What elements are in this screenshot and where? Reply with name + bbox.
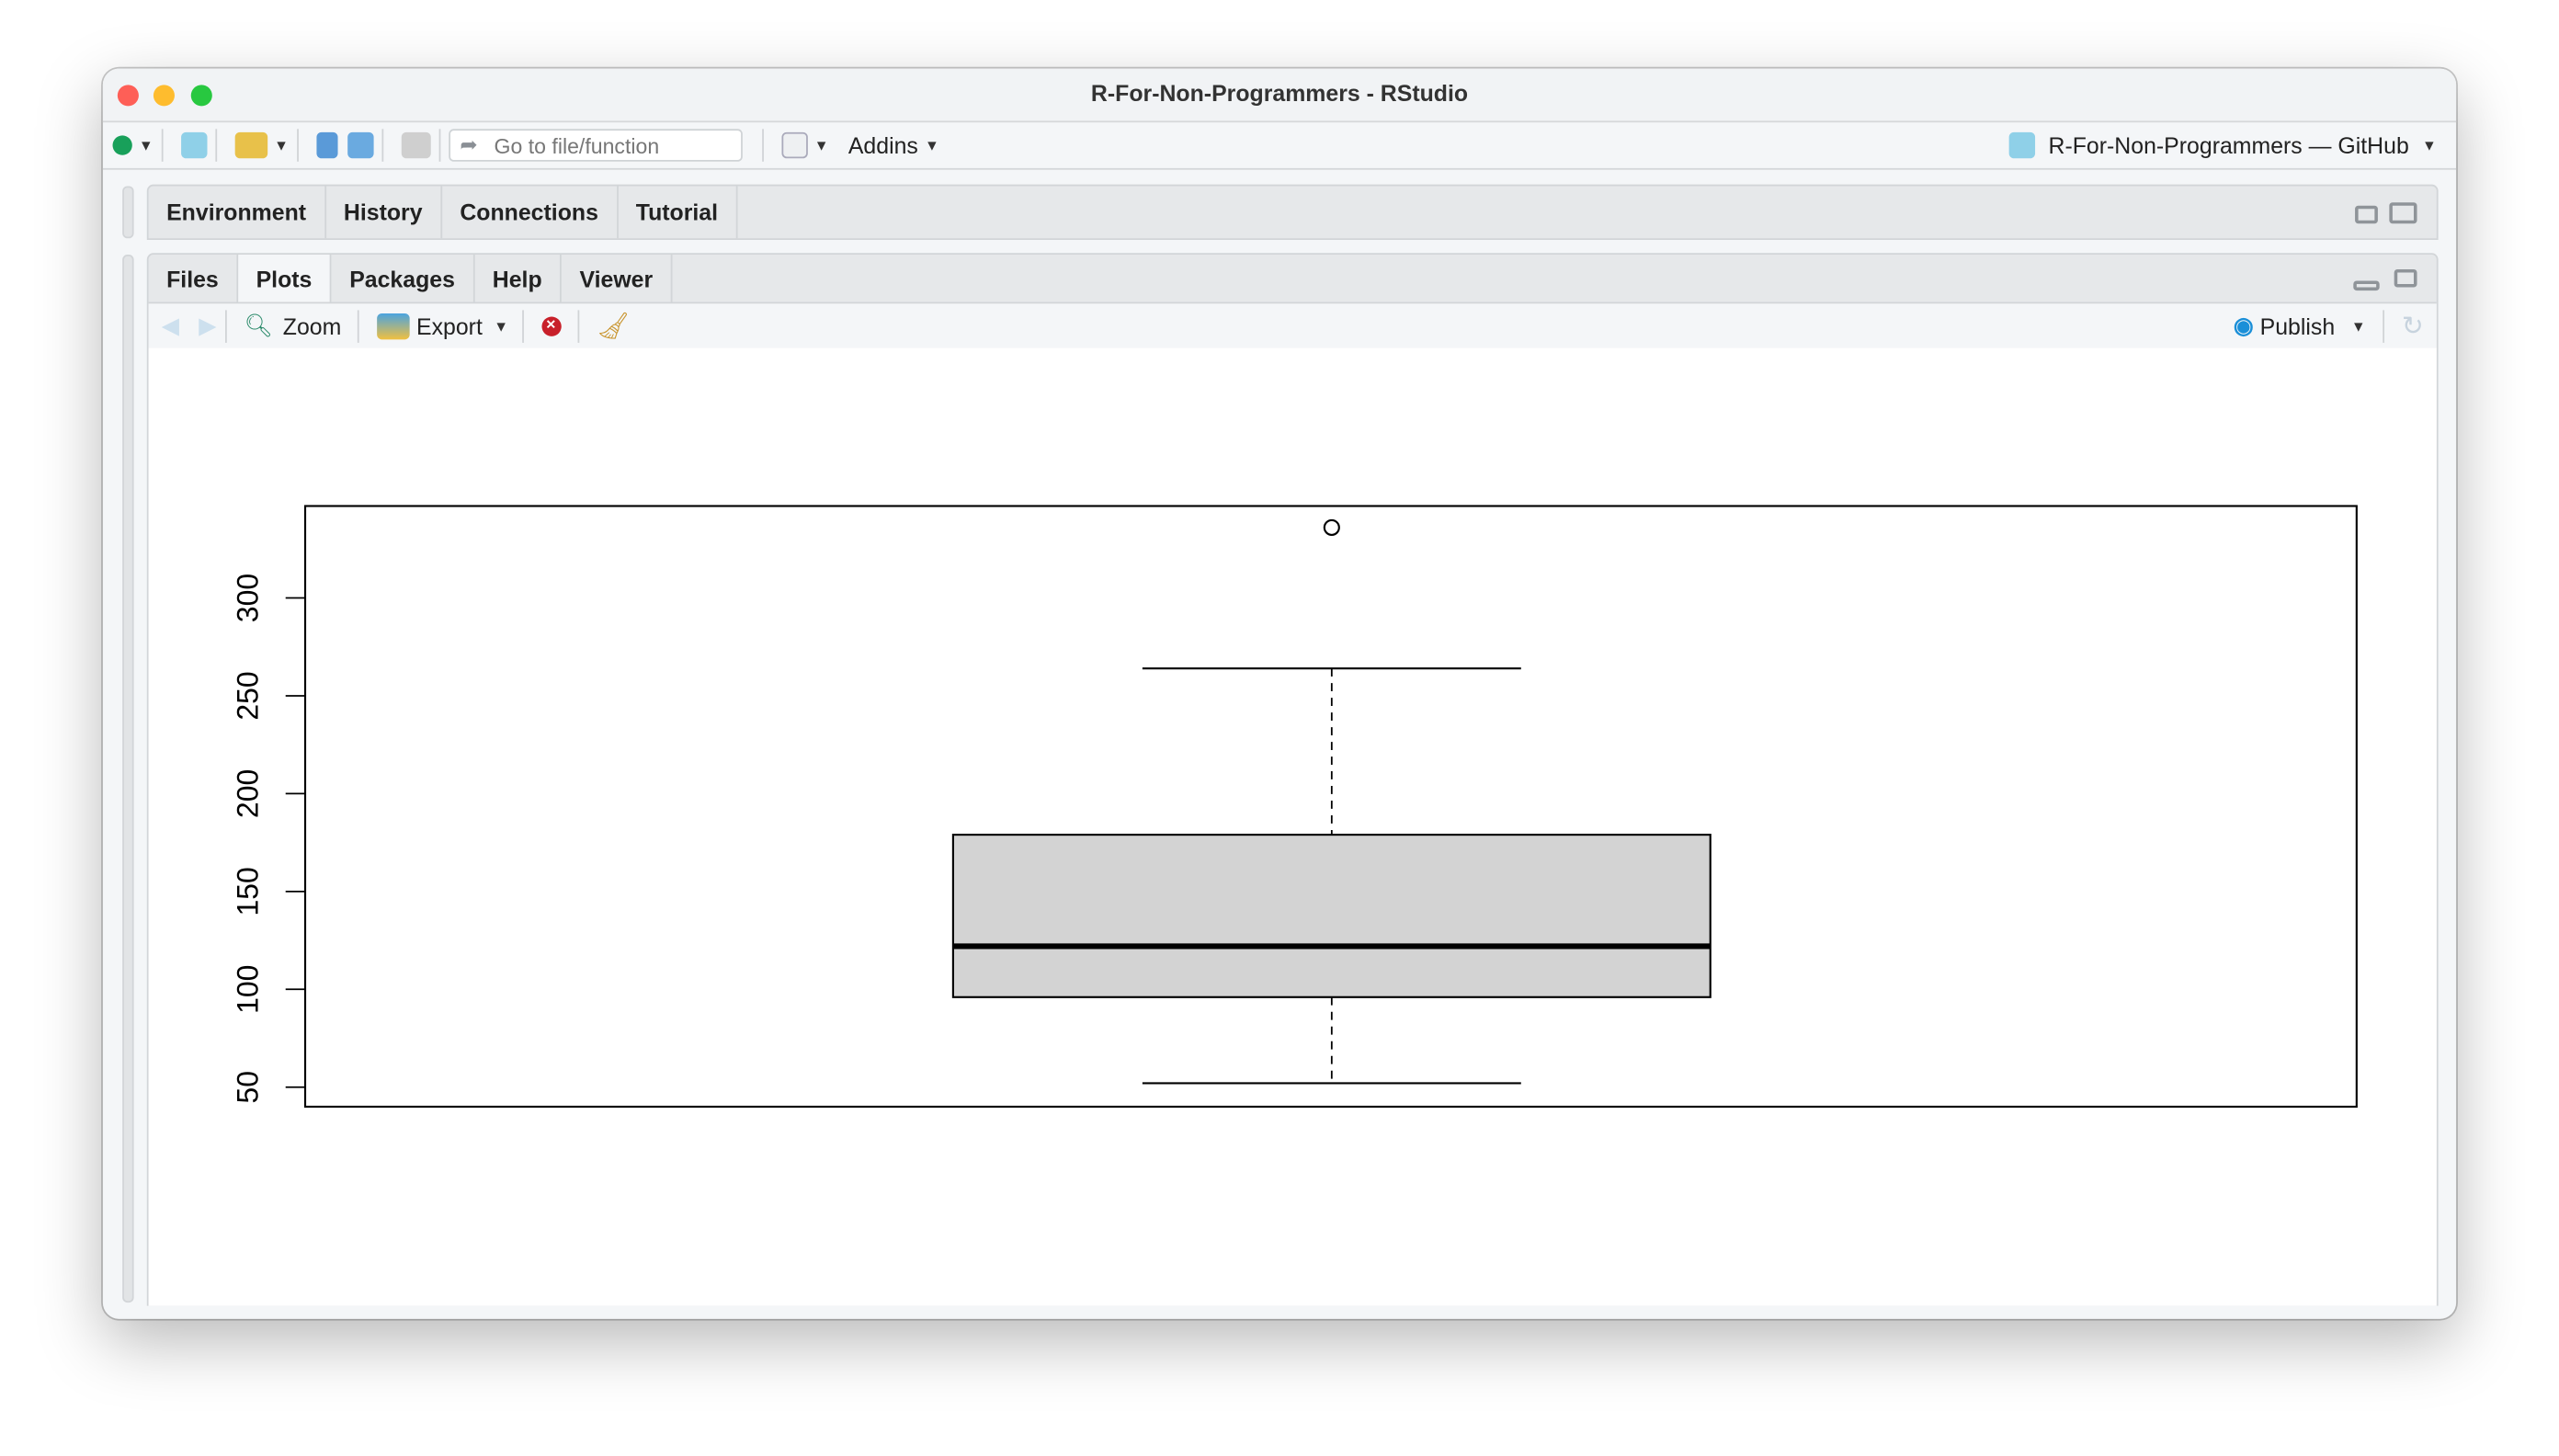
image-icon [377, 313, 410, 339]
maximize-pane-icon[interactable] [2389, 202, 2417, 224]
broom-icon: 🧹︎ [597, 313, 631, 341]
previous-plot-button[interactable]: ◀ [162, 312, 179, 339]
remove-icon: × [540, 315, 561, 336]
minimize-pane-icon[interactable] [2353, 280, 2380, 291]
pane-splitter[interactable] [122, 255, 134, 1303]
plus-icon [112, 135, 132, 155]
rstudio-window: R-For-Non-Programmers - RStudio ▼ ▼ ➦ Go … [102, 68, 2457, 1319]
main-toolbar: ▼ ▼ ➦ Go to file/function ▼ Addins ▼ R-For… [102, 122, 2457, 170]
window-title: R-For-Non-Programmers - RStudio [1090, 80, 1469, 107]
r-project-icon [180, 131, 208, 159]
r-project-icon [2008, 131, 2036, 159]
zoom-button[interactable]: 🔍︎ Zoom [245, 312, 342, 339]
new-file-button[interactable]: ▼ [112, 135, 154, 155]
tab-plots[interactable]: Plots [238, 255, 332, 302]
plot-viewer: 50 100 150 200 250 300 [148, 347, 2437, 1306]
y-tick-label: 200 [232, 769, 265, 818]
magnifier-icon: 🔍︎ [244, 312, 274, 338]
save-icon [316, 131, 338, 159]
outlier-point [1323, 518, 1340, 536]
y-tick-label: 100 [232, 965, 265, 1014]
clear-plots-button[interactable]: 🧹︎ [597, 310, 630, 343]
plots-toolbar: ◀ ▶ 🔍︎ Zoom Export ▼ × 🧹︎ ◉ Publish ▼ ↻ [148, 301, 2437, 350]
publish-menu[interactable]: ◉ Publish ▼ [2234, 312, 2366, 339]
tab-packages[interactable]: Packages [332, 255, 475, 302]
iqr-box [951, 834, 1712, 998]
pane-splitter[interactable] [122, 186, 134, 239]
save-all-icon [347, 131, 374, 159]
refresh-button[interactable]: ↻ [2402, 310, 2424, 343]
save-button[interactable] [316, 131, 338, 159]
restore-pane-icon[interactable] [2394, 269, 2417, 288]
export-menu[interactable]: Export ▼ [377, 313, 508, 339]
folder-icon [234, 131, 268, 159]
project-menu[interactable]: R-For-Non-Programmers — GitHub ▼ [2008, 131, 2437, 159]
chevron-down-icon: ▼ [138, 137, 154, 154]
y-tick-label: 250 [232, 671, 265, 720]
grid-icon [781, 131, 808, 159]
open-file-button[interactable]: ▼ [234, 131, 289, 159]
pane-layout-button[interactable]: ▼ [781, 131, 829, 159]
addins-menu[interactable]: Addins ▼ [848, 132, 939, 158]
files-plots-pane: Files Plots Packages Help Viewer ◀ ▶ 🔍︎ Z… [146, 253, 2439, 1306]
new-project-button[interactable] [180, 131, 208, 159]
boxplot-chart: 50 100 150 200 250 300 [232, 505, 2358, 1109]
arrow-icon: ➦ [460, 131, 478, 157]
title-bar: R-For-Non-Programmers - RStudio [102, 68, 2457, 123]
remove-plot-button[interactable]: × [540, 315, 561, 336]
refresh-icon: ↻ [2401, 313, 2424, 341]
print-button[interactable] [401, 131, 431, 159]
tab-history[interactable]: History [325, 186, 442, 239]
environment-pane: Environment History Connections Tutorial [146, 184, 2439, 241]
tab-viewer[interactable]: Viewer [562, 255, 673, 302]
restore-pane-icon[interactable] [2355, 205, 2378, 224]
y-tick-label: 50 [232, 1071, 265, 1104]
go-to-file-input[interactable]: ➦ Go to file/function [448, 129, 743, 162]
publish-icon: ◉ [2233, 312, 2254, 338]
tab-files[interactable]: Files [149, 255, 239, 302]
tab-connections[interactable]: Connections [442, 186, 619, 239]
save-all-button[interactable] [347, 131, 374, 159]
tab-help[interactable]: Help [474, 255, 562, 302]
next-plot-button[interactable]: ▶ [199, 312, 216, 339]
tab-tutorial[interactable]: Tutorial [618, 186, 738, 239]
y-tick-label: 300 [232, 574, 265, 622]
print-icon [401, 131, 431, 159]
y-tick-label: 150 [232, 867, 265, 916]
tab-environment[interactable]: Environment [149, 186, 326, 239]
